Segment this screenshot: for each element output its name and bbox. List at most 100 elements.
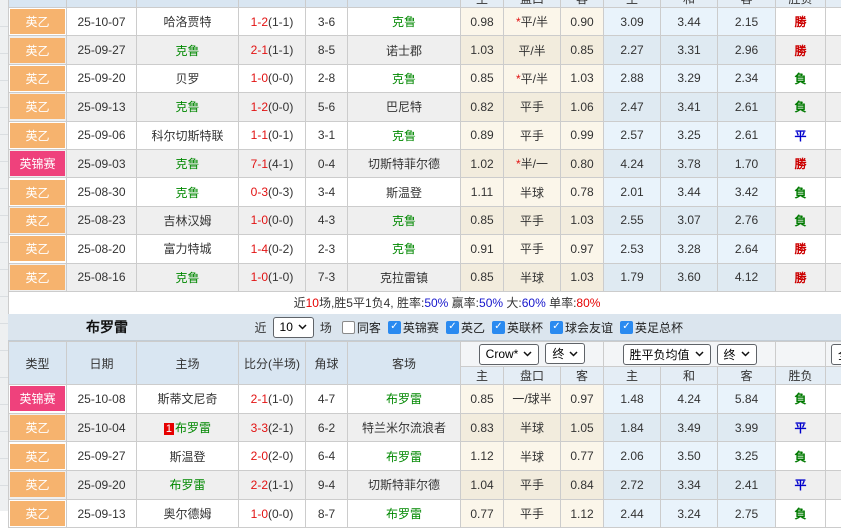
league-badge[interactable]: 英乙	[10, 123, 65, 148]
home-team[interactable]: 克鲁	[137, 178, 239, 206]
league-badge[interactable]: 英乙	[10, 265, 65, 290]
filter-checkbox-item[interactable]: 同客	[342, 319, 381, 336]
home-team[interactable]: 富力特城	[137, 235, 239, 263]
odds-away: 3.25	[718, 442, 776, 471]
col-header-a: 客	[561, 367, 604, 385]
home-team[interactable]: 克鲁	[137, 36, 239, 64]
home-team[interactable]: 斯蒂文尼奇	[137, 385, 239, 414]
away-team[interactable]: 克拉雷镇	[348, 263, 461, 291]
odds-stage-select[interactable]: 终	[545, 343, 585, 364]
home-team[interactable]: 哈洛贾特	[137, 8, 239, 36]
score-cell: 0-3(0-3)	[239, 178, 306, 206]
ah-home-odds: 0.77	[461, 499, 504, 528]
filter-checkbox-item[interactable]: ✓英乙	[446, 319, 485, 336]
odds-home: 2.47	[604, 93, 661, 121]
corners: 6-2	[306, 413, 348, 442]
league-badge[interactable]: 英锦赛	[10, 151, 65, 176]
odds-away: 5.84	[718, 385, 776, 414]
league-badge[interactable]: 英乙	[10, 180, 65, 205]
league-badge[interactable]: 英乙	[10, 236, 65, 261]
filter-checkbox-item[interactable]: ✓球会友谊	[550, 319, 613, 336]
checkbox-unchecked-icon[interactable]	[342, 321, 355, 334]
league-badge[interactable]: 英锦赛	[10, 386, 65, 411]
league-cell: 英乙	[9, 442, 67, 471]
away-team[interactable]: 巴尼特	[348, 93, 461, 121]
home-team[interactable]: 吉林汉姆	[137, 206, 239, 234]
away-team[interactable]: 布罗雷	[348, 385, 461, 414]
away-team[interactable]: 克鲁	[348, 8, 461, 36]
col-header-result: 胜负	[776, 367, 826, 385]
away-team[interactable]: 布罗雷	[348, 499, 461, 528]
away-team[interactable]: 诺士郡	[348, 36, 461, 64]
home-team[interactable]: 布罗雷	[137, 471, 239, 500]
odds-draw: 3.78	[661, 149, 718, 177]
half-time-score: (2-0)	[268, 449, 293, 463]
odds-draw: 3.44	[661, 178, 718, 206]
league-badge[interactable]: 英乙	[10, 415, 65, 440]
odds-draw: 3.60	[661, 263, 718, 291]
match-date: 25-09-03	[67, 149, 137, 177]
summary-segment: 80%	[576, 296, 600, 310]
corners: 3-1	[306, 121, 348, 149]
avg-odds-select[interactable]: 胜平负均值	[623, 344, 711, 365]
away-team[interactable]: 斯温登	[348, 178, 461, 206]
ah-line: *平/半	[504, 64, 561, 92]
league-cell: 英乙	[9, 263, 67, 291]
league-badge[interactable]: 英乙	[10, 501, 65, 526]
odds-home: 2.57	[604, 121, 661, 149]
home-team[interactable]: 1布罗雷	[137, 413, 239, 442]
match-date: 25-10-04	[67, 413, 137, 442]
table-row: 英乙25-08-23吉林汉姆1-0(0-0)4-3克鲁0.85平手1.032.5…	[9, 206, 841, 234]
summary-segment: 50%	[424, 296, 448, 310]
league-cell: 英锦赛	[9, 385, 67, 414]
away-team[interactable]: 克鲁	[348, 121, 461, 149]
away-team[interactable]: 布罗雷	[348, 442, 461, 471]
home-team[interactable]: 斯温登	[137, 442, 239, 471]
league-cell: 英乙	[9, 178, 67, 206]
home-team[interactable]: 科尔切斯特联	[137, 121, 239, 149]
filter-checkbox-item[interactable]: ✓英足总杯	[620, 319, 683, 336]
avg-stage-select[interactable]: 终	[717, 344, 757, 365]
filter-checkbox-item[interactable]: ✓英锦赛	[388, 319, 439, 336]
team-title: 布罗雷	[86, 317, 128, 337]
filter-checkbox-item[interactable]: ✓英联杯	[492, 319, 543, 336]
league-badge[interactable]: 英乙	[10, 444, 65, 469]
league-badge[interactable]: 英乙	[10, 66, 65, 91]
away-team[interactable]: 克鲁	[348, 64, 461, 92]
away-team[interactable]: 克鲁	[348, 235, 461, 263]
away-team[interactable]: 克鲁	[348, 206, 461, 234]
odds-away: 3.42	[718, 178, 776, 206]
league-badge[interactable]: 英乙	[10, 38, 65, 63]
home-team[interactable]: 贝罗	[137, 64, 239, 92]
league-badge[interactable]: 英乙	[10, 208, 65, 233]
filter-checkbox-label: 球会友谊	[565, 319, 613, 336]
bookmaker-select[interactable]: Crow*	[479, 344, 540, 365]
checkbox-checked-icon[interactable]: ✓	[550, 321, 563, 334]
full-time-score: 1-2	[251, 15, 268, 29]
checkbox-checked-icon[interactable]: ✓	[620, 321, 633, 334]
checkbox-checked-icon[interactable]: ✓	[492, 321, 505, 334]
away-team[interactable]: 切斯特菲尔德	[348, 471, 461, 500]
league-badge[interactable]: 英乙	[10, 472, 65, 497]
home-team[interactable]: 克鲁	[137, 93, 239, 121]
result-text: 負	[795, 72, 807, 86]
league-badge[interactable]: 英乙	[10, 94, 65, 119]
team-name: 克鲁	[175, 186, 199, 200]
recent-games-select[interactable]: 10	[273, 317, 314, 338]
odds-draw: 3.31	[661, 36, 718, 64]
period-select[interactable]: 全	[831, 344, 841, 365]
checkbox-checked-icon[interactable]: ✓	[388, 321, 401, 334]
home-team[interactable]: 奥尔德姆	[137, 499, 239, 528]
away-team[interactable]: 特兰米尔流浪者	[348, 413, 461, 442]
away-team[interactable]: 切斯特菲尔德	[348, 149, 461, 177]
home-team[interactable]: 克鲁	[137, 149, 239, 177]
league-badge[interactable]: 英乙	[10, 9, 65, 34]
odds-home: 2.55	[604, 206, 661, 234]
checkbox-checked-icon[interactable]: ✓	[446, 321, 459, 334]
match-date: 25-08-20	[67, 235, 137, 263]
home-team[interactable]: 克鲁	[137, 263, 239, 291]
half-time-score: (2-1)	[268, 421, 293, 435]
match-date: 25-10-07	[67, 8, 137, 36]
score-cell: 1-0(0-0)	[239, 206, 306, 234]
bromley-table-wrap: 类型日期主场比分(半场)角球客场Crow*终胜平负均值终全主盘口客主和客胜负让球…	[8, 341, 841, 528]
